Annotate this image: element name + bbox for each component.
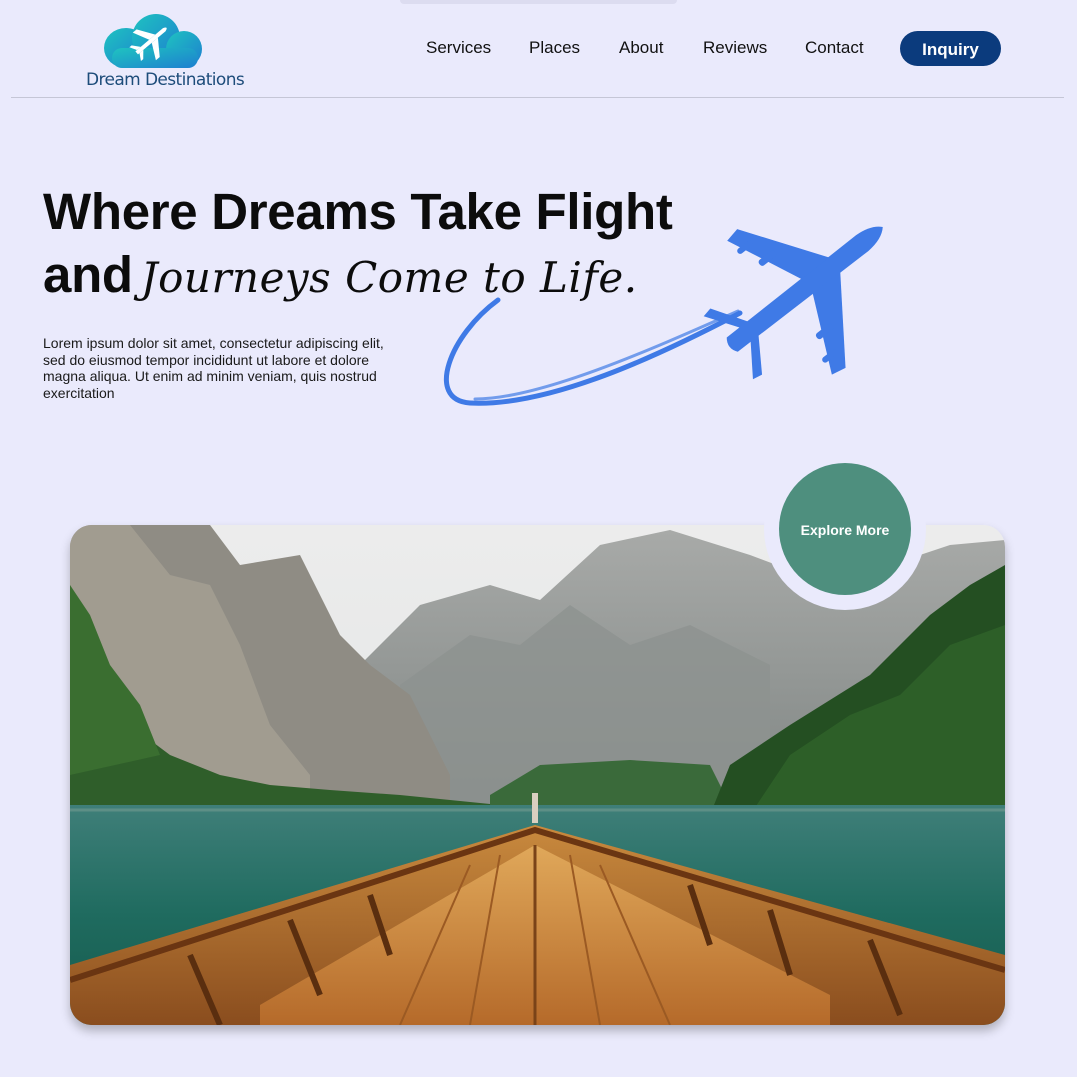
hero-title-and: and <box>43 246 133 303</box>
nav-item-about[interactable]: About <box>619 38 663 58</box>
nav-item-places[interactable]: Places <box>529 38 580 58</box>
cloud-airplane-icon <box>104 14 202 68</box>
explore-more-button[interactable]: Explore More <box>779 463 911 595</box>
airplane-icon <box>443 226 883 406</box>
nav-item-reviews[interactable]: Reviews <box>703 38 767 58</box>
site-header: Dream Destinations Services Places About… <box>0 0 1077 98</box>
page: Dream Destinations Services Places About… <box>0 0 1077 1077</box>
brand-name: Dream Destinations <box>86 70 245 90</box>
inquiry-button[interactable]: Inquiry <box>900 31 1001 66</box>
nav-item-contact[interactable]: Contact <box>805 38 864 58</box>
header-divider <box>11 97 1064 98</box>
hero-description: Lorem ipsum dolor sit amet, consectetur … <box>43 335 384 401</box>
nav-item-services[interactable]: Services <box>426 38 491 58</box>
brand-logo[interactable]: Dream Destinations <box>86 12 245 94</box>
